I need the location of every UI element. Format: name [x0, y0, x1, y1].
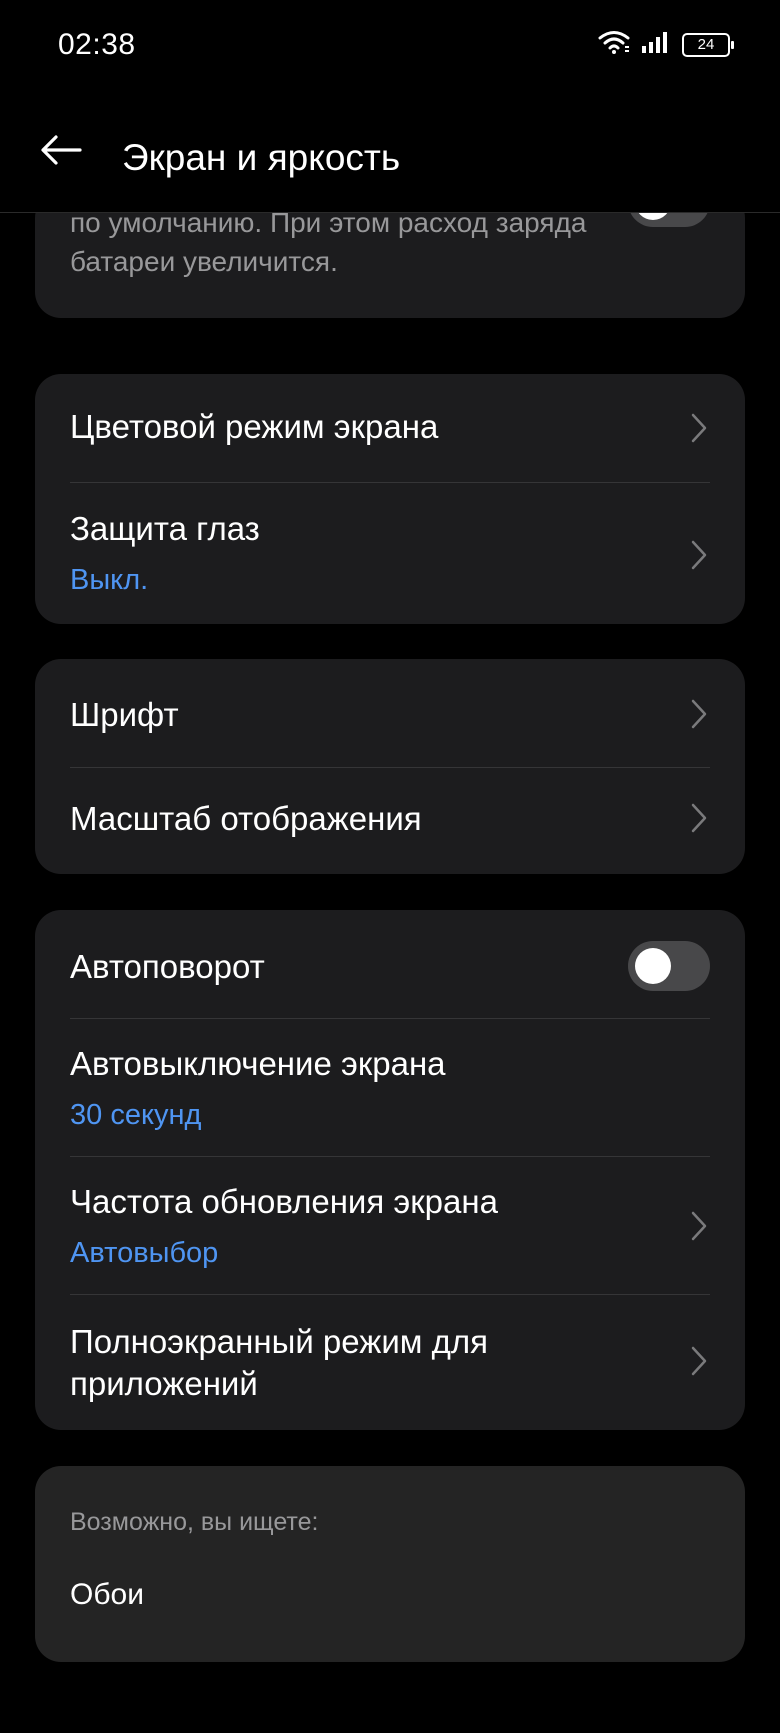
chevron-right-icon: [691, 413, 707, 443]
status-time: 02:38: [58, 28, 136, 61]
display-scale-label: Масштаб отображения: [70, 800, 422, 837]
toggle-knob: [635, 948, 671, 984]
page-title: Экран и яркость: [122, 137, 401, 178]
eye-protection-value: Выкл.: [70, 564, 149, 596]
refresh-rate-row[interactable]: Частота обновления экрана Автовыбор: [35, 1157, 745, 1294]
chevron-right-icon: [691, 1211, 707, 1241]
eye-protection-row[interactable]: Защита глаз Выкл.: [35, 483, 745, 624]
refresh-rate-label: Частота обновления экрана: [70, 1183, 498, 1220]
back-button[interactable]: [36, 130, 86, 174]
font-card: Шрифт Масштаб отображения: [35, 659, 745, 874]
arrow-left-icon: [40, 134, 82, 171]
chevron-right-icon: [691, 1346, 707, 1376]
battery-icon: 24: [682, 32, 734, 57]
font-row[interactable]: Шрифт: [35, 659, 745, 767]
suggestion-wallpapers[interactable]: Обои: [70, 1578, 144, 1612]
fullscreen-apps-label: Полноэкранный режим для приложений: [70, 1323, 489, 1402]
suggestions-card: Возможно, вы ищете: Обои: [35, 1466, 745, 1662]
screen-timeout-label: Автовыключение экрана: [70, 1045, 446, 1082]
status-bar: 02:38 24: [0, 0, 780, 92]
signal-icon: [640, 30, 672, 59]
refresh-rate-value: Автовыбор: [70, 1237, 219, 1269]
fullscreen-apps-row[interactable]: Полноэкранный режим для приложений: [35, 1295, 745, 1430]
extra-brightness-toggle[interactable]: [628, 212, 710, 227]
screen-card: Автоповорот Автовыключение экрана 30 сек…: [35, 910, 745, 1430]
color-card: Цветовой режим экрана Защита глаз Выкл.: [35, 374, 745, 624]
wifi-icon: [598, 30, 630, 59]
font-label: Шрифт: [70, 696, 179, 733]
suggestions-heading: Возможно, вы ищете:: [70, 1508, 319, 1536]
brightness-card: яркость экрана за пределами диапазона по…: [35, 212, 745, 318]
screen-timeout-row[interactable]: Автовыключение экрана 30 секунд: [35, 1019, 745, 1156]
color-mode-row[interactable]: Цветовой режим экрана: [35, 374, 745, 482]
battery-level: 24: [697, 36, 715, 53]
toggle-knob: [635, 212, 671, 220]
app-bar: Экран и яркость: [0, 92, 780, 213]
chevron-right-icon: [691, 803, 707, 833]
chevron-right-icon: [691, 540, 707, 570]
autorotate-row[interactable]: Автоповорот: [35, 910, 745, 1018]
settings-list[interactable]: яркость экрана за пределами диапазона по…: [0, 212, 780, 1733]
color-mode-label: Цветовой режим экрана: [70, 408, 439, 445]
screen-timeout-value: 30 секунд: [70, 1099, 202, 1131]
chevron-right-icon: [691, 699, 707, 729]
display-scale-row[interactable]: Масштаб отображения: [35, 768, 745, 874]
status-icons: 24: [598, 30, 734, 59]
autorotate-toggle[interactable]: [628, 941, 710, 991]
brightness-description: яркость экрана за пределами диапазона по…: [70, 212, 587, 277]
autorotate-label: Автоповорот: [70, 948, 265, 985]
eye-protection-label: Защита глаз: [70, 510, 260, 547]
